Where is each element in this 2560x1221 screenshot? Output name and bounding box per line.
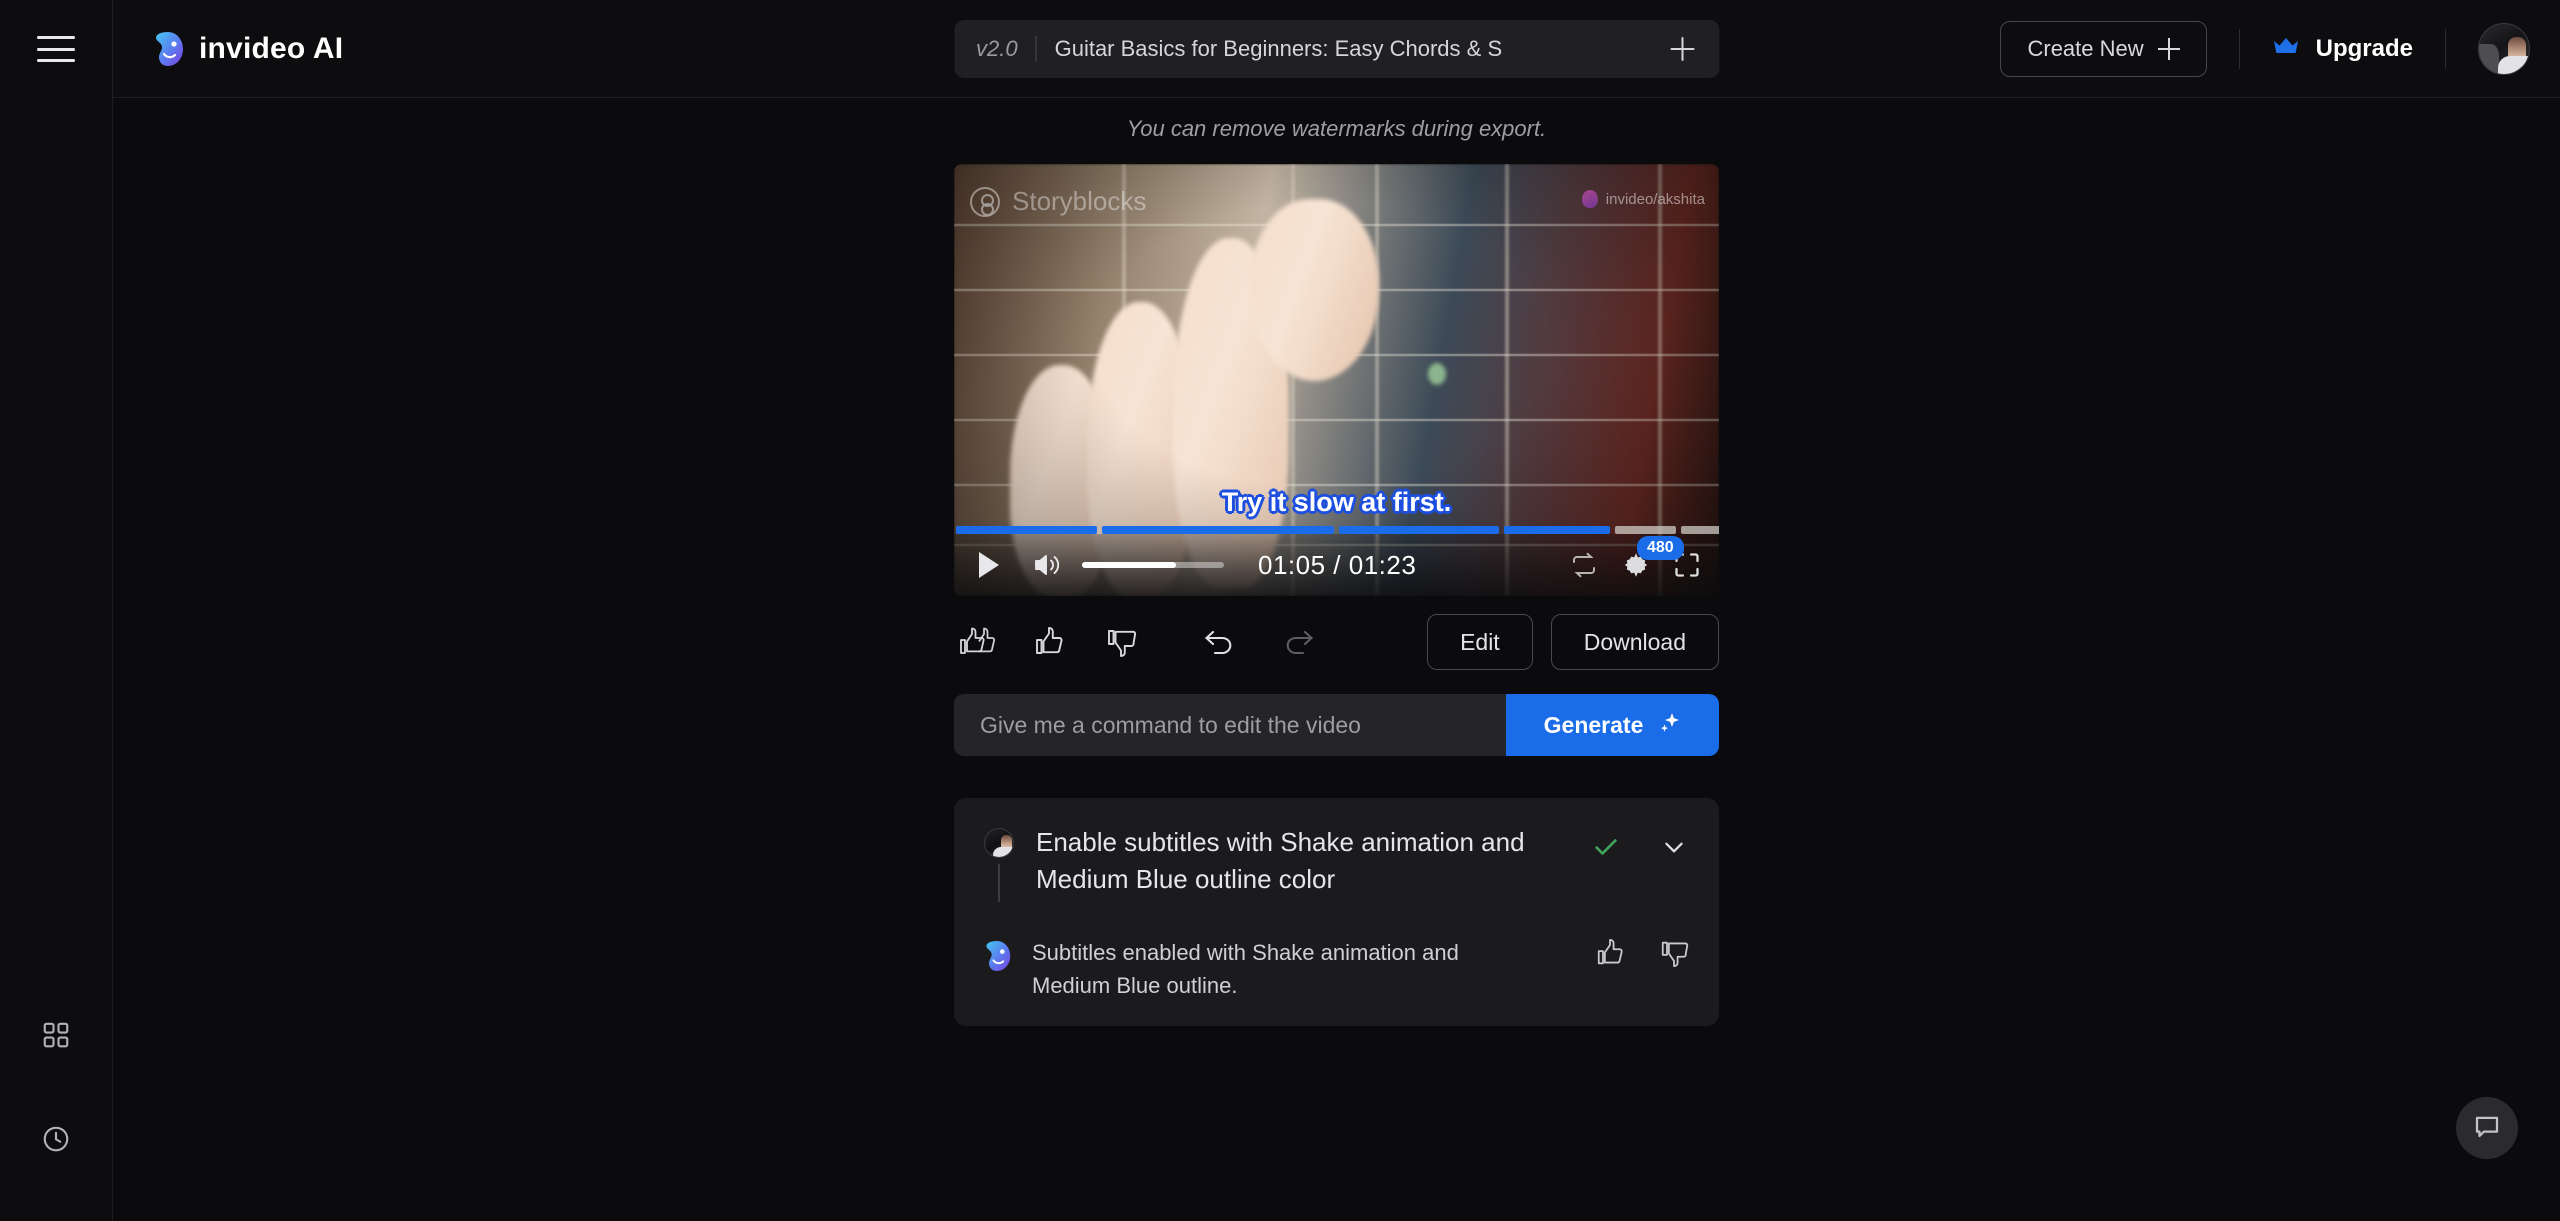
thumbs-up-icon[interactable] [1593,936,1627,970]
quality-settings[interactable]: 480 [1621,536,1684,580]
grid-dashboard-icon[interactable] [34,1013,78,1057]
player-controls: 01:05 / 01:23 480 [954,534,1719,596]
thread-line [998,864,1000,902]
header-divider [2238,28,2240,69]
invideo-logo-icon [151,31,185,67]
progress-segment[interactable] [1338,526,1499,534]
version-label: v2.0 [976,35,1018,61]
quality-badge: 480 [1637,536,1684,560]
brand-logo[interactable]: invideo AI [151,31,343,67]
user-message-actions [1589,824,1691,864]
center-column: You can remove watermarks during export. [954,98,1719,1026]
user-message: Enable subtitles with Shake animation an… [1036,827,1525,894]
progress-segment[interactable] [1615,526,1677,534]
ai-message-actions [1593,936,1691,970]
storyblocks-label: Storyblocks [1012,186,1147,216]
crown-icon [2272,36,2300,61]
progress-segment[interactable] [1503,526,1611,534]
command-input[interactable] [954,694,1506,756]
header-right: Create New Upgrade [2000,0,2560,97]
redo-icon[interactable] [1276,619,1322,665]
rail-top [37,0,75,98]
generate-button[interactable]: Generate [1506,694,1719,756]
create-new-button[interactable]: Create New [2000,20,2207,77]
user-message-row: Enable subtitles with Shake animation an… [982,824,1691,902]
player-controls-right: 480 [1569,536,1701,580]
thumbs-down-icon[interactable] [1657,936,1691,970]
time-display: 01:05 / 01:23 [1258,549,1417,580]
upgrade-button[interactable]: Upgrade [2272,35,2413,63]
video-progress-bar[interactable] [954,526,1719,534]
brand-name: invideo AI [199,31,344,65]
plus-icon [2157,37,2180,60]
invideo-watermark-label: invideo/akshita [1605,190,1705,208]
invideo-logo-icon [982,940,1012,972]
thumbs-down-icon[interactable] [1098,619,1144,665]
rail-bottom-icons [34,1013,78,1221]
watermark-note: You can remove watermarks during export. [1126,116,1547,141]
volume-high-icon[interactable] [1032,549,1064,581]
sparkle-icon [1657,710,1681,740]
ai-message: Subtitles enabled with Shake animation a… [1032,940,1459,998]
download-button[interactable]: Download [1550,614,1719,670]
app-root: invideo AI v2.0 Guitar Basics for Beginn… [0,0,2560,1221]
check-icon [1589,830,1623,864]
video-player[interactable]: Storyblocks invideo/akshita Try it slow … [954,164,1719,596]
user-avatar-column [982,824,1016,902]
progress-segment[interactable] [1681,526,1719,534]
plus-icon[interactable] [1667,34,1697,64]
support-chat-button[interactable] [2456,1097,2518,1159]
progress-segment[interactable] [1101,526,1334,534]
double-thumbs-up-icon[interactable] [954,619,1000,665]
invideo-logo-icon [1581,190,1598,208]
ai-message-row: Subtitles enabled with Shake animation a… [982,936,1691,1002]
create-new-label: Create New [2027,35,2144,61]
undo-icon[interactable] [1196,619,1242,665]
chevron-down-icon[interactable] [1657,830,1691,864]
generate-label: Generate [1543,711,1644,738]
play-icon[interactable] [972,548,1006,582]
edit-button[interactable]: Edit [1427,614,1533,670]
upgrade-label: Upgrade [2315,34,2413,62]
app-header: invideo AI v2.0 Guitar Basics for Beginn… [113,0,2560,98]
clock-history-icon[interactable] [34,1117,78,1161]
command-bar: Generate [954,694,1719,756]
action-row: Edit Download [954,596,1719,688]
loop-icon[interactable] [1569,552,1599,578]
left-rail [0,0,113,1221]
chat-card: Enable subtitles with Shake animation an… [954,798,1719,1026]
project-title: Guitar Basics for Beginners: Easy Chords… [1054,35,1503,61]
storyblocks-logo-icon [970,186,1000,217]
invideo-watermark: invideo/akshita [1581,190,1705,208]
project-titlebar[interactable]: v2.0 Guitar Basics for Beginners: Easy C… [954,19,1719,78]
avatar[interactable] [2478,22,2530,75]
title-divider [1035,35,1037,62]
thumbs-up-icon[interactable] [1026,619,1072,665]
volume-slider[interactable] [1082,562,1224,568]
video-subtitle: Try it slow at first. [1221,487,1452,517]
header-divider-2 [2445,28,2446,69]
progress-segment[interactable] [956,526,1097,534]
hamburger-menu-icon[interactable] [37,36,75,62]
avatar [984,828,1014,858]
storyblocks-watermark: Storyblocks [970,186,1146,217]
chat-bubble-icon [2472,1111,2502,1146]
main-content: You can remove watermarks during export. [113,98,2560,1221]
